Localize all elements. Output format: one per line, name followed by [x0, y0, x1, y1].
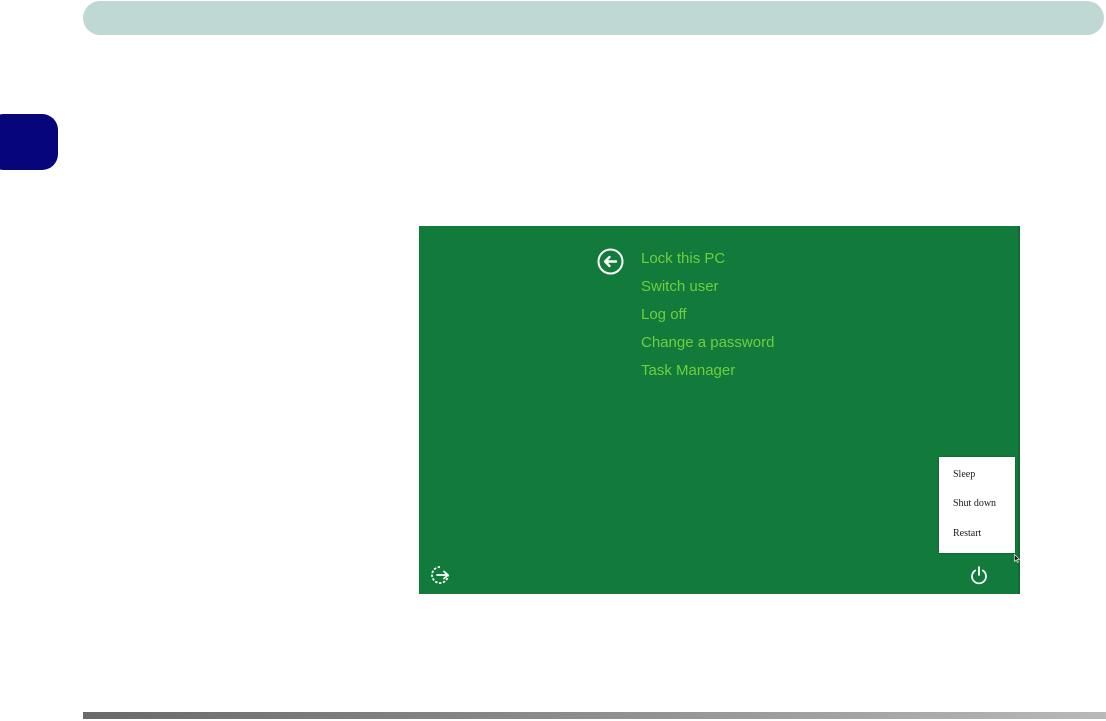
- header-bar: [83, 1, 1104, 35]
- power-menu: Sleep Shut down Restart: [939, 457, 1015, 553]
- log-off-option[interactable]: Log off: [641, 301, 774, 329]
- screen-edge: [1018, 226, 1020, 594]
- security-options-screen: Lock this PC Switch user Log off Change …: [419, 226, 1020, 594]
- lock-pc-option[interactable]: Lock this PC: [641, 245, 774, 273]
- switch-user-option[interactable]: Switch user: [641, 273, 774, 301]
- chapter-tab: [0, 114, 58, 170]
- sleep-menu-item[interactable]: Sleep: [953, 469, 975, 480]
- shut-down-menu-item[interactable]: Shut down: [953, 498, 996, 509]
- footer-rule: [83, 712, 1106, 719]
- restart-menu-item[interactable]: Restart: [953, 528, 981, 539]
- change-password-option[interactable]: Change a password: [641, 329, 774, 357]
- task-manager-option[interactable]: Task Manager: [641, 357, 774, 385]
- mouse-cursor-icon: [1014, 548, 1020, 567]
- power-icon[interactable]: [968, 564, 990, 586]
- back-arrow-circle-icon[interactable]: [597, 248, 624, 275]
- ease-of-access-icon[interactable]: [429, 564, 451, 586]
- security-options-list: Lock this PC Switch user Log off Change …: [641, 245, 774, 385]
